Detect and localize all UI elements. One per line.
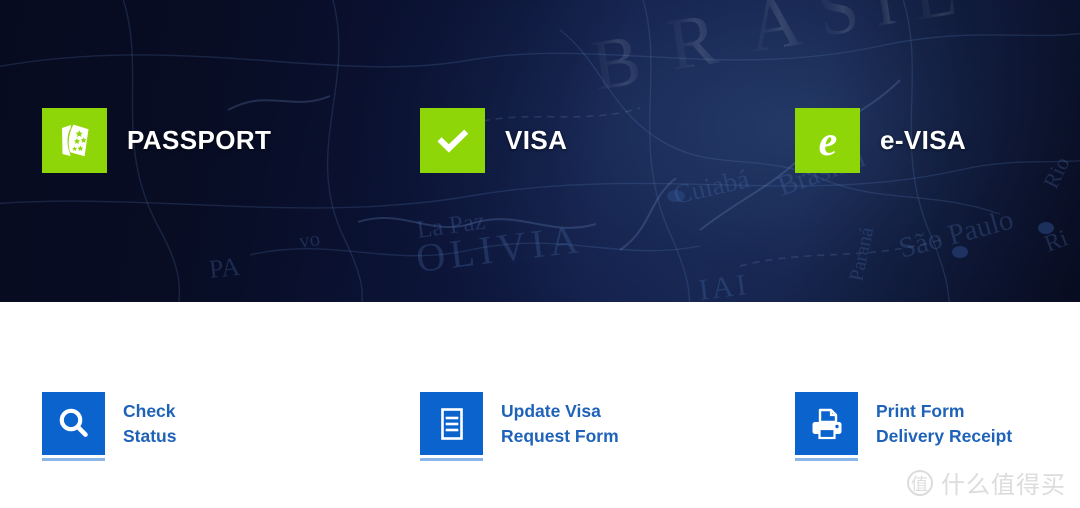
link-line1: Update Visa	[501, 401, 601, 421]
watermark-badge: 值	[907, 469, 933, 496]
link-line1: Check	[123, 401, 176, 421]
banner-label-evisa: e-VISA	[880, 125, 967, 155]
link-line2: Request Form	[501, 426, 619, 446]
link-underline	[795, 458, 858, 461]
search-icon	[42, 392, 105, 455]
e-letter-icon: e	[795, 108, 860, 173]
link-underline	[42, 458, 105, 461]
banner-item-passport[interactable]: PASSPORT	[42, 108, 271, 173]
banner-item-visa[interactable]: VISA	[420, 108, 567, 173]
banner-items: PASSPORT VISA e e-VISA	[0, 0, 1080, 302]
check-mark-icon	[420, 108, 485, 173]
printer-icon	[795, 392, 858, 455]
link-underline	[420, 458, 483, 461]
link-label-check-status: Check Status	[123, 392, 176, 449]
hero-banner: B R A S I L OLIVIA La Paz vo Cuiabá Bras…	[0, 0, 1080, 302]
link-line2: Status	[123, 426, 177, 446]
banner-label-visa: VISA	[505, 125, 568, 155]
link-label-print-form-delivery-receipt: Print Form Delivery Receipt	[876, 392, 1012, 449]
banner-item-evisa[interactable]: e e-VISA	[795, 108, 966, 173]
link-print-form-delivery-receipt[interactable]: Print Form Delivery Receipt	[795, 392, 1012, 455]
link-line2: Delivery Receipt	[876, 426, 1013, 446]
banner-label-passport: PASSPORT	[127, 125, 272, 155]
quick-links-row: Check Status Update Visa Request Form Pr…	[0, 302, 1080, 508]
document-icon	[420, 392, 483, 455]
link-line1: Print Form	[876, 401, 965, 421]
watermark: 值 什么值得买	[907, 465, 1066, 500]
watermark-text: 什么值得买	[941, 472, 1066, 499]
link-check-status[interactable]: Check Status	[42, 392, 176, 455]
link-update-visa-request-form[interactable]: Update Visa Request Form	[420, 392, 619, 455]
svg-text:e: e	[818, 119, 837, 164]
link-label-update-visa-request-form: Update Visa Request Form	[501, 392, 619, 449]
passport-icon	[42, 108, 107, 173]
